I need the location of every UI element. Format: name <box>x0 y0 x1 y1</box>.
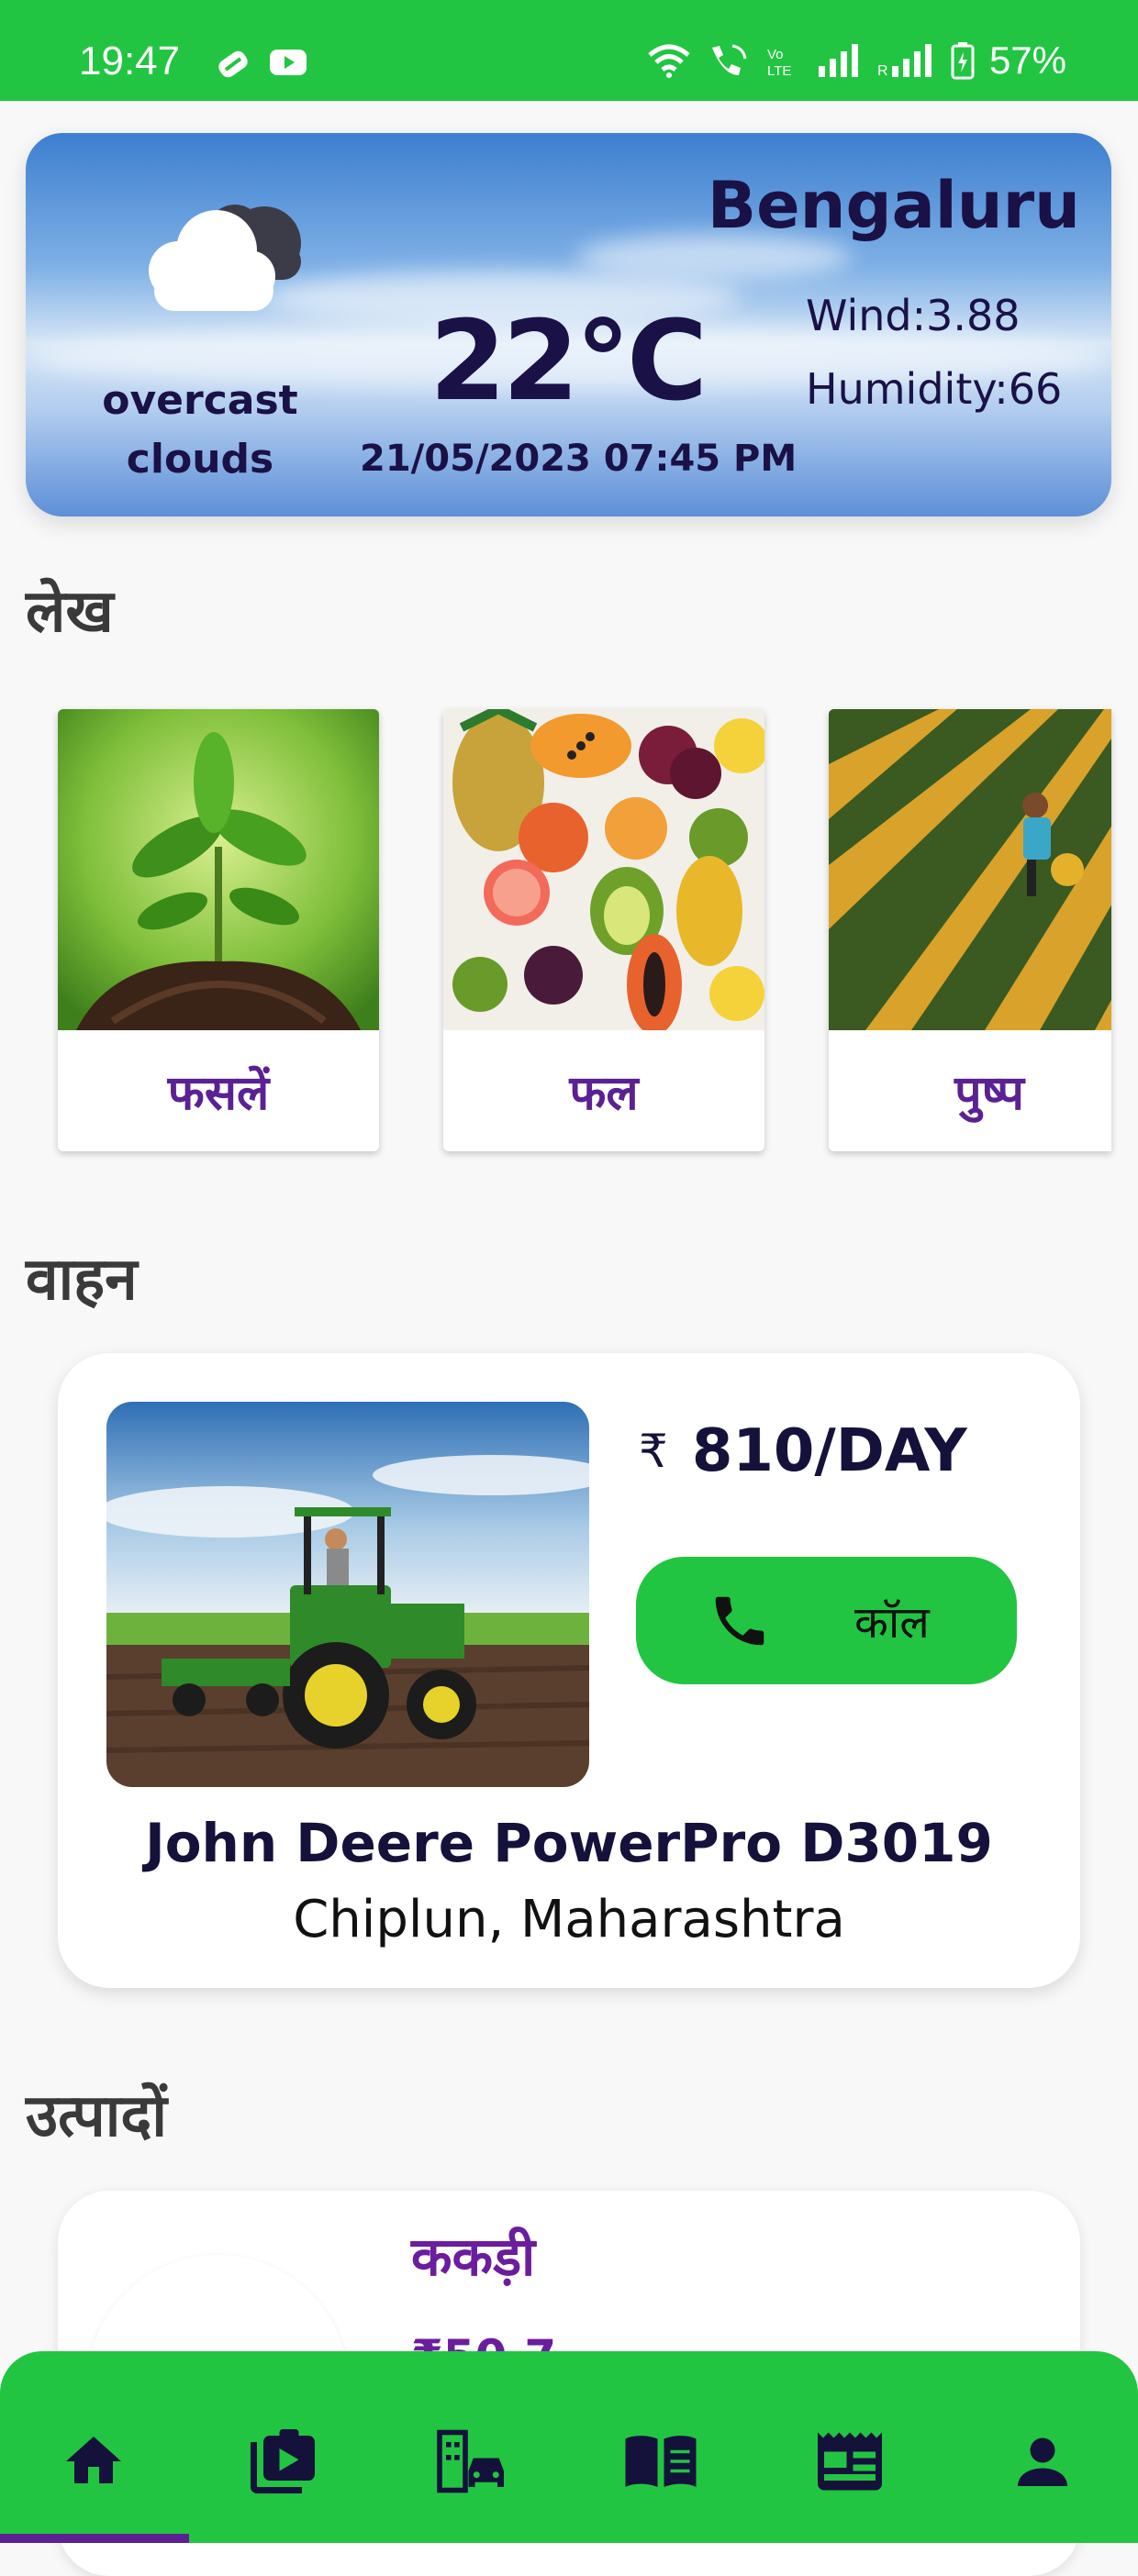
weather-card[interactable]: Bengaluru 22°C overcast clouds 21/05/202… <box>26 133 1111 516</box>
weather-humidity: Humidity:66 <box>806 364 1063 414</box>
bottom-navigation <box>0 2351 1138 2543</box>
news-icon <box>818 2432 882 2491</box>
volte-icon: VoLTE <box>767 47 791 79</box>
flower-field-image <box>829 709 1111 1030</box>
nav-profile[interactable] <box>987 2406 1098 2516</box>
article-label: फल <box>569 1065 639 1121</box>
products-section-title: उत्पादों <box>26 2082 167 2150</box>
article-card-fruits[interactable]: फल <box>443 709 764 1151</box>
weather-description: overcast clouds <box>90 372 310 489</box>
product-name: ककड़ी <box>411 2226 536 2288</box>
article-label: पुष्प <box>954 1065 1024 1121</box>
nav-videos[interactable] <box>228 2406 338 2516</box>
vehicle-name: John Deere PowerPro D3019 <box>145 1812 993 1874</box>
weather-temperature: 22°C <box>430 298 708 426</box>
nav-articles[interactable] <box>606 2406 716 2516</box>
weather-description-line1: overcast <box>102 377 298 424</box>
cloud-icon <box>149 205 301 311</box>
status-bar: 19:47 Vo LTE R 57% <box>0 0 1138 101</box>
tractor-image <box>106 1402 589 1787</box>
svg-text:LTE: LTE <box>767 63 791 79</box>
nav-home[interactable] <box>39 2406 149 2516</box>
weather-description-line2: clouds <box>126 436 274 483</box>
status-app-icons <box>213 46 308 83</box>
article-card-crops[interactable]: फसलें <box>58 709 379 1151</box>
vehicle-price: ₹ 810/DAY <box>639 1417 967 1485</box>
vehicle-city-icon <box>437 2429 504 2493</box>
roaming-signal-icon: R <box>877 44 932 79</box>
status-time: 19:47 <box>79 39 181 83</box>
weather-city: Bengaluru <box>707 168 1080 243</box>
nav-vehicles[interactable] <box>417 2406 527 2516</box>
nav-news[interactable] <box>795 2406 905 2516</box>
svg-text:R: R <box>877 63 888 79</box>
plant-sprout-image <box>58 709 379 1030</box>
vehicle-price-value: 810/DAY <box>691 1417 967 1485</box>
profile-icon <box>1018 2437 1067 2486</box>
vehicle-location: Chiplun, Maharashtra <box>293 1890 845 1949</box>
wifi-call-icon <box>711 44 747 75</box>
fruits-image <box>443 709 764 1030</box>
article-card-flowers[interactable]: पुष्प <box>829 709 1111 1151</box>
weather-wind: Wind:3.88 <box>806 291 1021 340</box>
signal-icon <box>818 44 858 77</box>
currency-symbol: ₹ <box>639 1425 668 1478</box>
phone-icon <box>715 1596 764 1646</box>
articles-section-title: लेख <box>26 578 114 646</box>
home-icon <box>66 2437 121 2483</box>
call-button[interactable]: कॉल <box>636 1557 1017 1684</box>
video-library-icon <box>251 2429 315 2493</box>
call-button-label: कॉल <box>854 1597 930 1649</box>
status-right-icons: Vo LTE R 57% <box>646 39 1066 83</box>
sync-icon <box>218 50 248 78</box>
weather-datetime: 21/05/2023 07:45 PM <box>360 438 798 480</box>
wifi-icon <box>648 44 690 78</box>
article-label: फसलें <box>167 1065 270 1121</box>
active-tab-indicator <box>0 2534 189 2543</box>
svg-text:Vo: Vo <box>767 47 784 62</box>
battery-percent: 57% <box>988 39 1066 82</box>
vehicles-section-title: वाहन <box>26 1246 138 1314</box>
book-icon <box>625 2436 697 2487</box>
battery-icon <box>951 42 975 80</box>
youtube-icon <box>270 50 307 75</box>
